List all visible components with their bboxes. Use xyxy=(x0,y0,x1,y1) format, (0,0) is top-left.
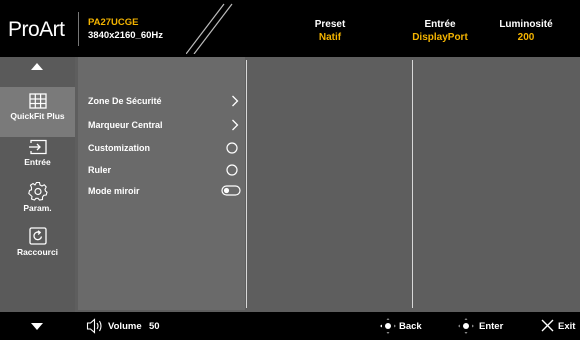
resolution-text: 3840x2160_60Hz xyxy=(88,30,164,41)
preset-label: Preset xyxy=(314,19,346,30)
scroll-up-icon[interactable] xyxy=(31,63,43,70)
sidebar-item-settings[interactable]: Param. xyxy=(0,181,75,217)
brand-logo: ProArt xyxy=(8,18,65,41)
input-info: Entrée DisplayPort xyxy=(405,18,475,44)
chevron-right-icon[interactable] xyxy=(231,95,239,107)
sidebar-item-quickfit[interactable]: QuickFit Plus xyxy=(0,87,75,137)
sidebar-item-label: Param. xyxy=(23,203,52,213)
shortcut-icon xyxy=(28,227,47,245)
sidebar-item-input[interactable]: Entrée xyxy=(0,139,75,173)
preset-value: Natif xyxy=(318,32,342,43)
radio-button-icon[interactable] xyxy=(226,142,238,154)
submenu-panel xyxy=(78,57,245,310)
nav-down-icon[interactable] xyxy=(31,323,43,330)
grid-icon xyxy=(28,93,47,109)
panel-divider xyxy=(412,60,413,308)
sidebar: QuickFit Plus Entrée Param. Raccourci xyxy=(0,57,75,340)
menu-item-center-marker[interactable]: Marqueur Central xyxy=(88,120,163,130)
menu-item-customization[interactable]: Customization xyxy=(88,143,150,153)
joystick-left-icon xyxy=(380,318,396,334)
toggle-switch-icon[interactable] xyxy=(221,185,241,196)
close-icon xyxy=(541,319,554,332)
model-info: PA27UCGE 3840x2160_60Hz xyxy=(88,16,163,42)
brightness-label: Luminosité xyxy=(499,19,553,30)
header-divider xyxy=(78,12,79,46)
brightness-info: Luminosité 200 xyxy=(488,18,564,44)
back-button[interactable]: Back xyxy=(399,321,422,332)
sidebar-item-label: QuickFit Plus xyxy=(10,111,65,121)
joystick-press-icon xyxy=(458,318,474,334)
gear-icon xyxy=(27,181,48,201)
enter-button[interactable]: Enter xyxy=(479,321,503,332)
speaker-icon xyxy=(86,318,102,334)
input-value: DisplayPort xyxy=(412,32,468,43)
input-label: Entrée xyxy=(424,19,456,30)
menu-item-mirror-mode[interactable]: Mode miroir xyxy=(88,186,140,196)
sidebar-item-shortcut[interactable]: Raccourci xyxy=(0,227,75,263)
chevron-right-icon[interactable] xyxy=(231,119,239,131)
menu-item-ruler[interactable]: Ruler xyxy=(88,165,111,175)
sidebar-item-label: Raccourci xyxy=(16,247,59,257)
input-icon xyxy=(28,139,47,155)
volume-value: 50 xyxy=(149,321,160,332)
model-name: PA27UCGE xyxy=(88,17,139,28)
radio-button-icon[interactable] xyxy=(226,164,238,176)
values-panel xyxy=(413,57,580,310)
decorative-slash-icon xyxy=(186,3,233,54)
exit-button[interactable]: Exit xyxy=(558,321,575,332)
preset-info: Preset Natif xyxy=(300,18,360,44)
options-panel xyxy=(247,57,411,310)
sidebar-item-label: Entrée xyxy=(24,157,51,167)
brightness-value: 200 xyxy=(517,32,535,43)
menu-item-safe-zone[interactable]: Zone De Sécurité xyxy=(88,96,162,106)
volume-label: Volume xyxy=(108,321,142,332)
header-bar: ProArt PA27UCGE 3840x2160_60Hz Preset Na… xyxy=(0,0,580,57)
panel-divider xyxy=(246,60,247,308)
